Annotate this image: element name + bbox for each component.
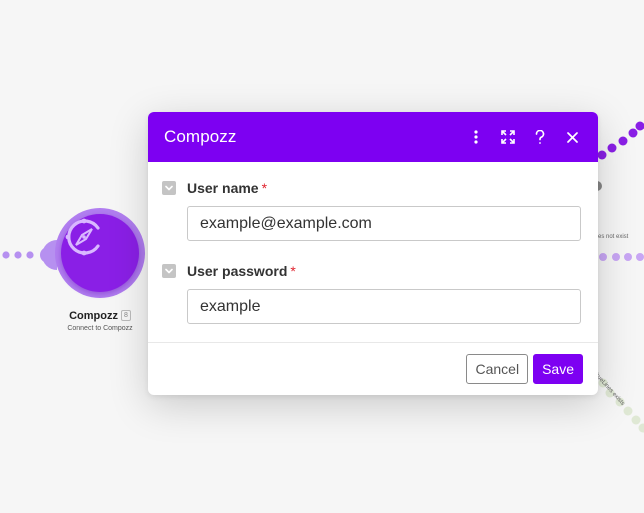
save-button[interactable]: Save (533, 354, 583, 384)
route-top-right (597, 121, 644, 160)
close-icon[interactable] (562, 127, 582, 147)
password-label: User password (187, 263, 288, 279)
required-marker: * (290, 263, 296, 279)
dialog-footer: Cancel Save (148, 343, 598, 395)
cancel-button[interactable]: Cancel (466, 354, 529, 384)
expand-icon[interactable] (498, 127, 518, 147)
username-field: User name * (162, 178, 582, 241)
chevron-down-icon[interactable] (162, 181, 176, 195)
help-icon[interactable] (530, 127, 550, 147)
password-label-row: User password * (162, 261, 582, 281)
node-name: Compozz (69, 310, 118, 322)
compozz-module-node[interactable] (55, 208, 145, 298)
required-marker: * (261, 180, 268, 196)
dialog-title: Compozz (164, 127, 237, 146)
header-actions (466, 127, 582, 147)
route-middle-right (599, 253, 644, 261)
more-vertical-icon[interactable] (466, 127, 486, 147)
password-field: User password * (162, 261, 582, 324)
node-title: Compozz 8 (40, 310, 160, 322)
dialog-header: Compozz (148, 112, 598, 162)
username-label-row: User name * (162, 178, 582, 198)
connection-dialog: Compozz User name * example@example.com … (148, 112, 598, 395)
node-badge: 8 (120, 310, 131, 321)
node-subtitle: Connect to Compozz (67, 325, 133, 332)
route-label-not-exist: es not exist (598, 234, 629, 240)
chevron-down-icon[interactable] (162, 264, 176, 278)
username-label: User name (187, 180, 259, 196)
node-core (61, 214, 139, 292)
compass-icon (65, 218, 100, 256)
username-input[interactable] (187, 206, 581, 241)
dialog-body: User name * User password * (148, 162, 598, 343)
left-connector (2, 240, 57, 270)
password-input[interactable] (187, 289, 581, 324)
